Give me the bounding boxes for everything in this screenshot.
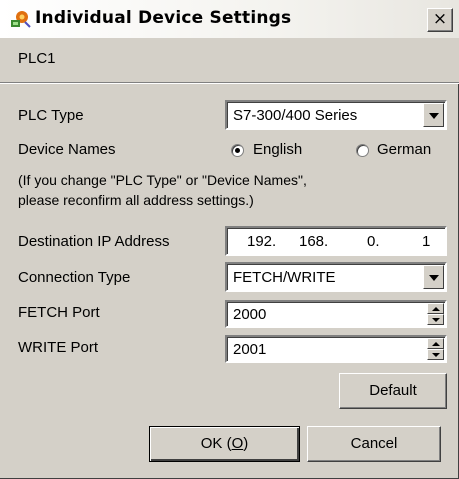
connection-type-value: FETCH/WRITE [233, 269, 336, 286]
fetch-port-label: FETCH Port [18, 304, 100, 321]
ip-octet-2[interactable]: 168. [299, 233, 328, 250]
default-button[interactable]: Default [339, 373, 447, 409]
divider [0, 83, 459, 84]
radio-german[interactable] [356, 144, 369, 157]
plc-type-value: S7-300/400 Series [233, 107, 358, 124]
write-port-stepper[interactable]: 2001 [225, 335, 447, 363]
close-button[interactable]: × [427, 8, 453, 32]
radio-english[interactable] [231, 144, 244, 157]
window-title: Individual Device Settings [35, 8, 292, 28]
device-names-label: Device Names [18, 141, 116, 158]
chevron-down-icon[interactable] [423, 103, 444, 127]
ip-octet-4[interactable]: 1 [422, 233, 430, 250]
chevron-down-icon[interactable] [423, 265, 444, 289]
ip-address-field[interactable]: 192. 168. 0. 1 [225, 226, 447, 256]
ok-mnemonic: O [231, 435, 244, 452]
write-port-label: WRITE Port [18, 339, 99, 356]
plc-type-label: PLC Type [18, 107, 84, 124]
ip-octet-1[interactable]: 192. [247, 233, 276, 250]
ip-octet-3[interactable]: 0. [367, 233, 380, 250]
ok-label-suffix: ) [243, 435, 249, 452]
note-line-2: please reconfirm all address settings.) [18, 192, 254, 208]
ok-label-prefix: OK ( [200, 435, 232, 452]
tab-plc1-label: PLC1 [18, 50, 56, 67]
cancel-button[interactable]: Cancel [307, 426, 441, 462]
app-settings-icon [11, 11, 31, 28]
radio-german-label[interactable]: German [377, 141, 431, 158]
title-bar[interactable]: Individual Device Settings × [0, 0, 459, 38]
default-button-label: Default [369, 382, 417, 399]
note-line-1: (If you change "PLC Type" or "Device Nam… [18, 172, 307, 188]
device-settings-dialog: Individual Device Settings × PLC1 PLC Ty… [0, 0, 459, 479]
write-port-value: 2001 [233, 341, 267, 358]
radio-english-label[interactable]: English [253, 141, 302, 158]
connection-type-label: Connection Type [18, 269, 131, 286]
plc-type-dropdown[interactable]: S7-300/400 Series [225, 100, 447, 130]
spin-up-icon[interactable] [427, 338, 444, 349]
connection-type-dropdown[interactable]: FETCH/WRITE [225, 262, 447, 292]
fetch-port-value: 2000 [233, 306, 267, 323]
spin-down-icon[interactable] [427, 314, 444, 325]
spin-up-icon[interactable] [427, 303, 444, 314]
tab-plc1[interactable]: PLC1 [0, 38, 459, 82]
ok-button[interactable]: OK (O) [149, 426, 300, 462]
ip-address-label: Destination IP Address [18, 233, 170, 250]
cancel-button-label: Cancel [350, 435, 398, 452]
fetch-port-stepper[interactable]: 2000 [225, 300, 447, 328]
fetch-port-spinner[interactable] [427, 303, 444, 325]
spin-down-icon[interactable] [427, 349, 444, 360]
write-port-spinner[interactable] [427, 338, 444, 360]
close-icon: × [432, 9, 448, 29]
